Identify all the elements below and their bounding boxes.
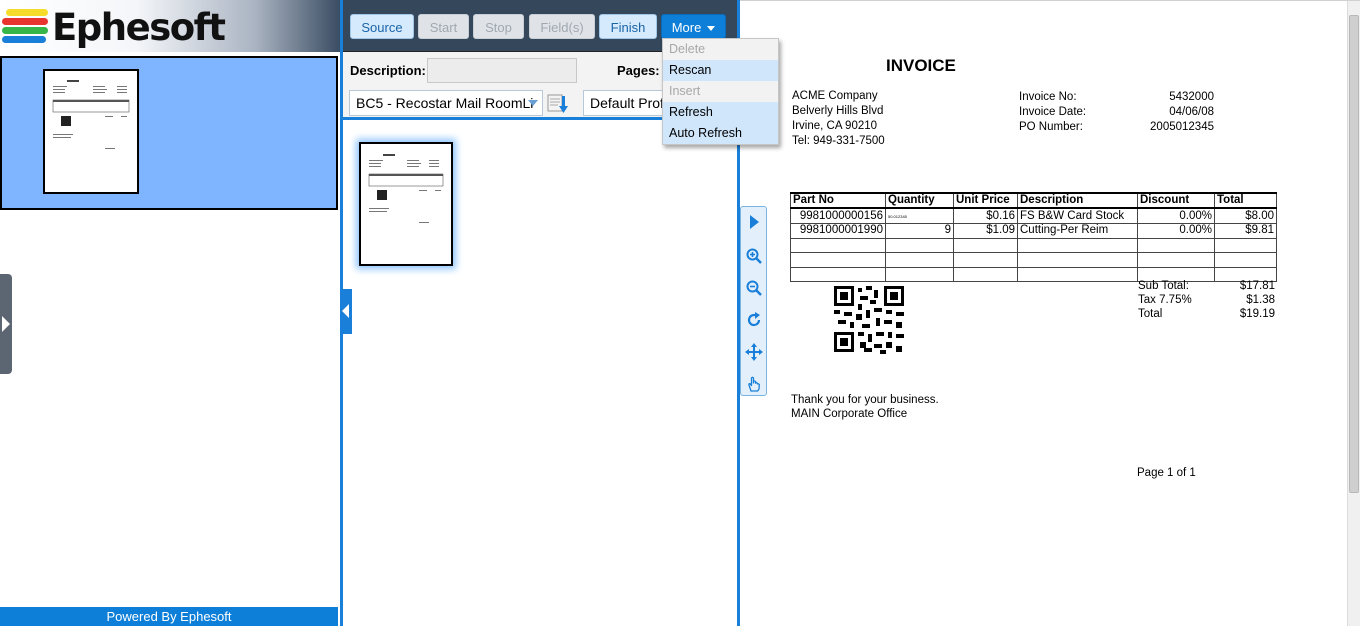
expand-left-panel-button[interactable]: [0, 274, 12, 374]
more-button-label: More: [671, 20, 702, 35]
subtotal-label: Sub Total:: [1138, 280, 1189, 292]
cell-description: FS B&W Card Stock: [1017, 207, 1138, 224]
caret-down-icon: [707, 26, 716, 32]
column-header-discount: Discount: [1137, 192, 1215, 209]
zoom-out-icon[interactable]: [745, 279, 763, 297]
menu-item-rescan[interactable]: Rescan: [663, 60, 778, 81]
column-header-total: Total: [1214, 192, 1277, 209]
scrollbar-thumb[interactable]: [1349, 15, 1359, 493]
column-header-description: Description: [1017, 192, 1138, 209]
viewer-scrollbar[interactable]: [1347, 1, 1360, 626]
total-value: $19.19: [1239, 308, 1275, 320]
office-text: MAIN Corporate Office: [791, 408, 908, 420]
logo-stripe-blue: [2, 36, 46, 43]
powered-by-footer: Powered By Ephesoft: [0, 607, 338, 626]
move-icon[interactable]: [745, 343, 763, 361]
invoice-date-value: 04/06/08: [1169, 106, 1214, 118]
table-row: 9981000001990 9 $1.09 Cutting-Per Reim 0…: [790, 223, 1277, 239]
cell-part-no: 9981000000156: [790, 207, 886, 224]
invoice-line-items-table: Part No Quantity Unit Price Description …: [790, 192, 1277, 282]
quantity-note: 50.012345: [888, 214, 907, 219]
cell-discount: 0.00%: [1137, 223, 1215, 239]
logo-text: Ephesoft: [52, 6, 226, 49]
collapse-middle-panel-button[interactable]: [340, 289, 352, 334]
invoice-no-value: 5432000: [1169, 91, 1214, 103]
logo-bar: Ephesoft: [0, 0, 340, 52]
qr-code-image: [834, 286, 904, 354]
total-label: Total: [1138, 308, 1163, 320]
column-header-part-no: Part No: [790, 192, 886, 209]
cell-description: Cutting-Per Reim: [1017, 223, 1138, 239]
menu-item-refresh[interactable]: Refresh: [663, 102, 778, 123]
logo-stripe-green: [2, 27, 48, 34]
thumbnail-invoice-graphic: [368, 154, 444, 223]
company-line-1: ACME Company: [792, 90, 878, 102]
page-thumbnail[interactable]: [43, 69, 139, 194]
invoice-no-label: Invoice No:: [1019, 91, 1077, 103]
finish-button[interactable]: Finish: [599, 14, 657, 39]
batch-class-value: BC5 - Recostar Mail RoomLi: [356, 95, 534, 111]
cell-unit-price: $0.16: [953, 207, 1018, 224]
company-line-2: Belverly Hills Blvd: [792, 105, 884, 117]
logo-stripe-yellow: [6, 9, 48, 16]
chevron-left-icon: [342, 304, 349, 318]
invoice-title: INVOICE: [886, 56, 956, 75]
table-header-row: Part No Quantity Unit Price Description …: [790, 192, 1277, 209]
description-label: Description:: [350, 63, 426, 78]
thanks-text: Thank you for your business.: [791, 394, 939, 406]
zoom-in-icon[interactable]: [745, 247, 763, 265]
cell-discount: 0.00%: [1137, 207, 1215, 224]
table-row-empty: [790, 266, 1277, 282]
scan-import-icon[interactable]: [547, 92, 569, 114]
more-dropdown-menu: Delete Rescan Insert Refresh Auto Refres…: [662, 38, 779, 145]
po-number-label: PO Number:: [1019, 121, 1083, 133]
description-input[interactable]: [427, 58, 577, 83]
tax-label: Tax 7.75%: [1138, 294, 1192, 306]
pages-label: Pages:: [617, 63, 660, 78]
cell-part-no: 9981000001990: [790, 223, 886, 239]
page-number: Page 1 of 1: [1137, 467, 1196, 479]
more-button[interactable]: More: [661, 14, 726, 39]
logo-stripe-red: [2, 18, 48, 25]
stop-button[interactable]: Stop: [473, 14, 524, 39]
chevron-down-icon: [528, 100, 538, 106]
column-header-unit-price: Unit Price: [953, 192, 1018, 209]
company-line-3: Irvine, CA 90210: [792, 120, 878, 132]
pan-hand-icon[interactable]: [745, 375, 763, 393]
table-row-empty: [790, 252, 1277, 268]
po-number-value: 2005012345: [1150, 121, 1214, 133]
page-thumbnail-selected[interactable]: [359, 142, 453, 266]
batch-thumbnail-selected[interactable]: [0, 56, 338, 210]
tax-value: $1.38: [1246, 294, 1275, 306]
left-panel: Ephesoft Powered By Ephesoft: [0, 0, 340, 626]
start-button[interactable]: Start: [418, 14, 469, 39]
table-row: 9981000000156 50.012345 $0.16 FS B&W Car…: [790, 207, 1277, 224]
table-row-empty: [790, 237, 1277, 253]
subtotal-value: $17.81: [1239, 280, 1275, 292]
play-icon[interactable]: [745, 213, 763, 231]
batch-class-select[interactable]: BC5 - Recostar Mail RoomLi: [349, 90, 543, 116]
menu-item-delete[interactable]: Delete: [663, 39, 778, 60]
image-toolbar: [740, 206, 767, 396]
thumbnail-invoice-graphic: [52, 80, 130, 149]
column-header-quantity: Quantity: [885, 192, 954, 209]
source-button[interactable]: Source: [350, 14, 414, 39]
rotate-icon[interactable]: [745, 311, 763, 329]
cell-total: $8.00: [1214, 207, 1277, 224]
invoice-date-label: Invoice Date:: [1019, 106, 1087, 118]
cell-unit-price: $1.09: [953, 223, 1018, 239]
cell-total: $9.81: [1214, 223, 1277, 239]
company-line-4: Tel: 949-331-7500: [792, 135, 885, 147]
cell-quantity: 9: [885, 223, 954, 239]
fields-button[interactable]: Field(s): [529, 14, 595, 39]
chevron-right-icon: [2, 316, 10, 332]
menu-item-auto-refresh[interactable]: Auto Refresh: [663, 123, 778, 144]
menu-item-insert[interactable]: Insert: [663, 81, 778, 102]
cell-quantity: 50.012345: [885, 207, 954, 224]
